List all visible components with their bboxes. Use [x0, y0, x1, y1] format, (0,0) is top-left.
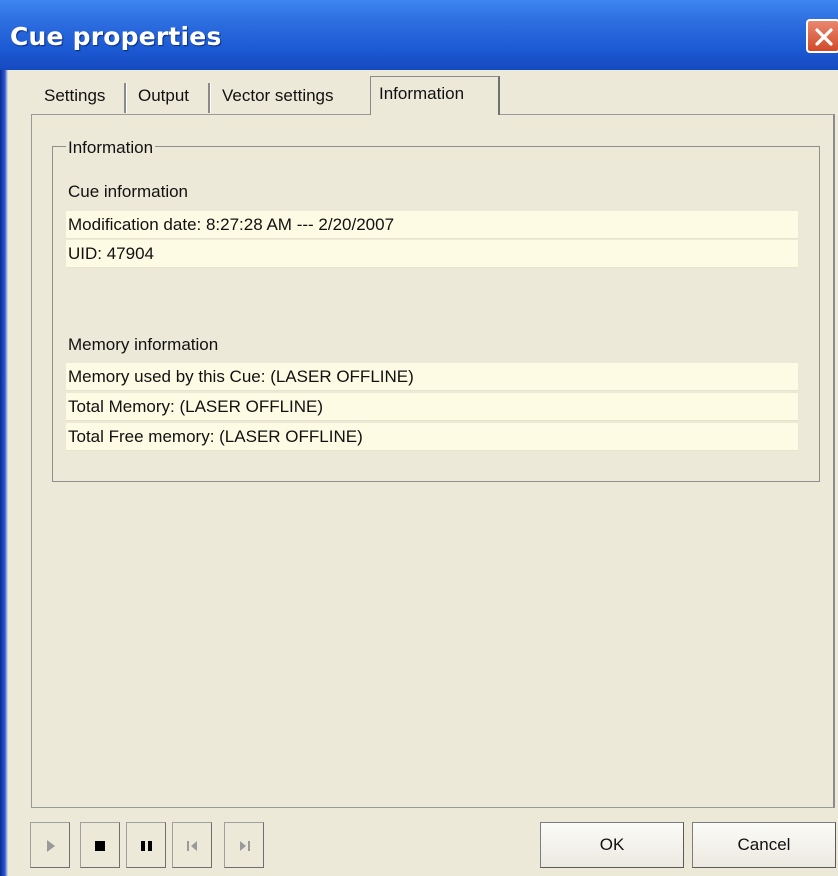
play-icon [47, 840, 55, 852]
cue-properties-dialog: Cue properties Settings Output Vector se… [0, 0, 838, 876]
memory-used-row: Memory used by this Cue: (LASER OFFLINE) [66, 363, 798, 391]
memory-information-heading: Memory information [68, 335, 219, 354]
tab-divider [124, 83, 127, 113]
stop-button[interactable] [80, 822, 120, 868]
tab-information[interactable]: Information [370, 76, 500, 115]
pause-icon [141, 841, 152, 851]
close-icon [815, 28, 833, 46]
uid-row: UID: 47904 [66, 240, 798, 268]
pause-button[interactable] [126, 822, 166, 868]
window-title: Cue properties [10, 22, 222, 51]
total-free-memory-row: Total Free memory: (LASER OFFLINE) [66, 423, 798, 451]
tab-vector-settings[interactable]: Vector settings [214, 81, 342, 113]
stop-icon [95, 841, 105, 851]
tab-output[interactable]: Output [130, 81, 197, 113]
skip-forward-icon [240, 841, 250, 851]
tab-divider [208, 83, 211, 113]
title-bar[interactable]: Cue properties [0, 0, 838, 70]
cancel-button[interactable]: Cancel [692, 822, 836, 868]
groupbox-title: Information [66, 138, 156, 158]
skip-back-icon [187, 841, 197, 851]
skip-back-button[interactable] [172, 822, 212, 868]
play-button[interactable] [30, 822, 70, 868]
window-left-border [0, 0, 8, 876]
total-memory-row: Total Memory: (LASER OFFLINE) [66, 393, 798, 421]
close-button[interactable] [806, 19, 838, 53]
modification-date-row: Modification date: 8:27:28 AM --- 2/20/2… [66, 211, 798, 239]
cue-information-heading: Cue information [68, 182, 189, 201]
ok-button[interactable]: OK [540, 822, 684, 868]
tab-settings[interactable]: Settings [36, 81, 113, 113]
skip-forward-button[interactable] [224, 822, 264, 868]
